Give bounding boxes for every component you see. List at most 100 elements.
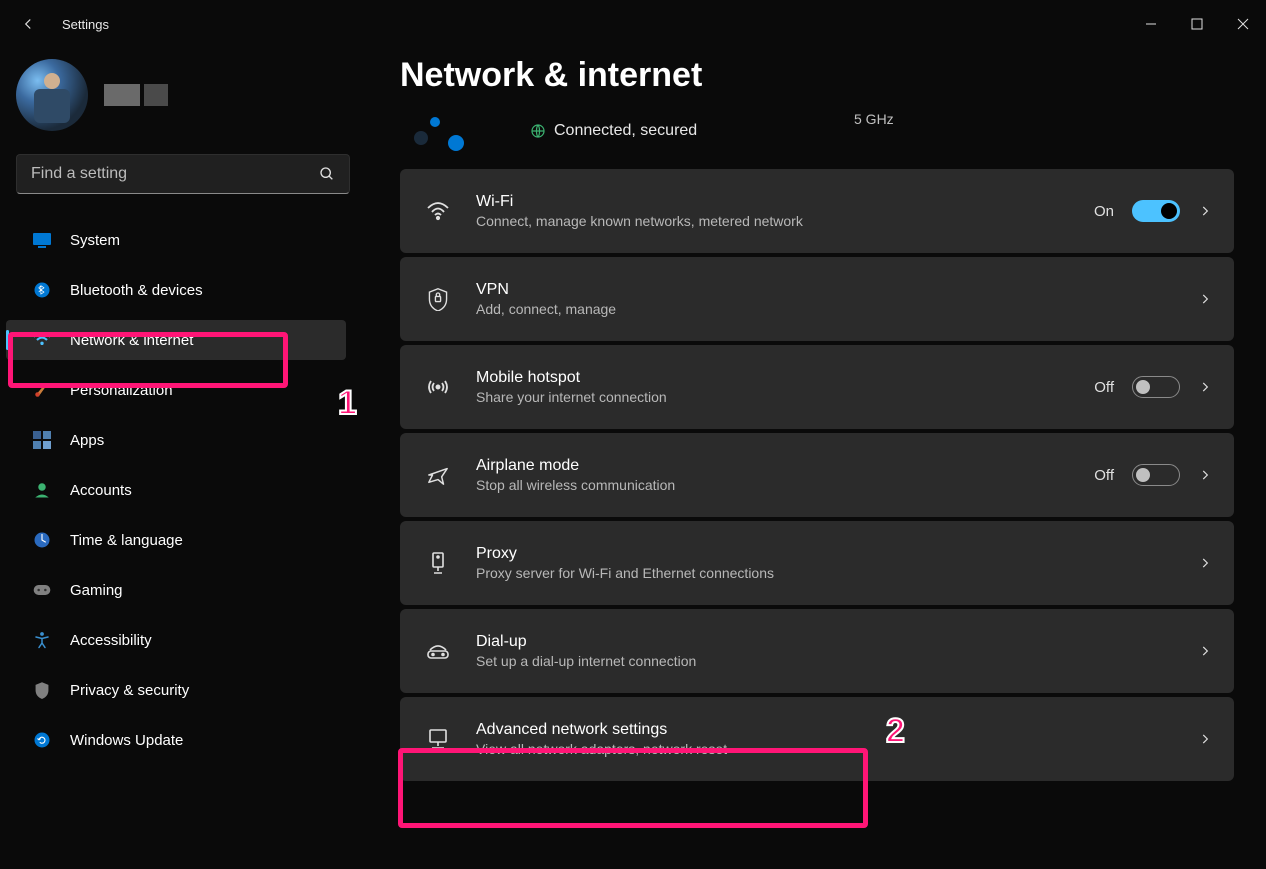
airplane-icon bbox=[426, 464, 450, 486]
chevron-right-icon bbox=[1198, 292, 1212, 306]
titlebar: Settings bbox=[0, 0, 1266, 48]
chevron-right-icon bbox=[1198, 732, 1212, 746]
sidebar-item-accessibility[interactable]: Accessibility bbox=[0, 620, 360, 660]
sidebar-item-label: Windows Update bbox=[70, 732, 183, 749]
dialup-icon bbox=[426, 642, 450, 660]
sidebar-item-label: Time & language bbox=[70, 532, 183, 549]
annotation-label-1: 1 bbox=[338, 384, 357, 423]
brush-icon bbox=[33, 381, 51, 399]
card-subtitle: Connect, manage known networks, metered … bbox=[476, 213, 1094, 229]
sidebar-item-label: System bbox=[70, 232, 120, 249]
wifi-icon bbox=[426, 201, 450, 221]
back-button[interactable] bbox=[8, 4, 48, 44]
status-network-type: 5 GHz bbox=[854, 111, 894, 127]
toggle-state-label: Off bbox=[1094, 467, 1114, 484]
wifi-icon bbox=[32, 332, 52, 348]
arrow-left-icon bbox=[19, 15, 37, 33]
redact-block bbox=[104, 84, 140, 106]
status-row: Connected, secured 5 GHz bbox=[400, 107, 1266, 169]
card-advanced-network[interactable]: Advanced network settings View all netwo… bbox=[400, 697, 1234, 781]
apps-icon bbox=[33, 431, 51, 449]
card-subtitle: View all network adapters, network reset bbox=[476, 741, 1198, 757]
accessibility-icon bbox=[33, 631, 51, 649]
settings-card-list: Wi-Fi Connect, manage known networks, me… bbox=[400, 169, 1234, 781]
card-title: Dial-up bbox=[476, 633, 1198, 651]
sidebar-item-system[interactable]: System bbox=[0, 220, 360, 260]
maximize-icon bbox=[1191, 18, 1203, 30]
sidebar-item-privacy[interactable]: Privacy & security bbox=[0, 670, 360, 710]
sidebar-item-time[interactable]: Time & language bbox=[0, 520, 360, 560]
clock-globe-icon bbox=[33, 531, 51, 549]
page-title: Network & internet bbox=[400, 48, 1266, 107]
sidebar-item-update[interactable]: Windows Update bbox=[0, 720, 360, 760]
card-title: VPN bbox=[476, 281, 1198, 299]
close-button[interactable] bbox=[1220, 5, 1266, 43]
globe-icon bbox=[530, 123, 546, 139]
search-box[interactable] bbox=[16, 154, 350, 194]
status-line: 5 GHz bbox=[854, 111, 894, 127]
minimize-icon bbox=[1145, 18, 1157, 30]
display-icon bbox=[32, 232, 52, 248]
chevron-right-icon bbox=[1198, 204, 1212, 218]
card-proxy[interactable]: Proxy Proxy server for Wi-Fi and Etherne… bbox=[400, 521, 1234, 605]
wifi-toggle[interactable] bbox=[1132, 200, 1180, 222]
sidebar-item-label: Bluetooth & devices bbox=[70, 282, 203, 299]
card-vpn[interactable]: VPN Add, connect, manage bbox=[400, 257, 1234, 341]
sidebar-item-label: Apps bbox=[70, 432, 104, 449]
update-icon bbox=[33, 731, 51, 749]
card-title: Mobile hotspot bbox=[476, 369, 1094, 387]
card-title: Airplane mode bbox=[476, 457, 1094, 475]
maximize-button[interactable] bbox=[1174, 5, 1220, 43]
redact-block bbox=[144, 84, 168, 106]
titlebar-left: Settings bbox=[8, 4, 109, 44]
card-subtitle: Share your internet connection bbox=[476, 389, 1094, 405]
person-icon bbox=[33, 481, 51, 499]
sidebar-item-apps[interactable]: Apps bbox=[0, 420, 360, 460]
sidebar-item-label: Privacy & security bbox=[70, 682, 189, 699]
card-subtitle: Add, connect, manage bbox=[476, 301, 1198, 317]
chevron-right-icon bbox=[1198, 380, 1212, 394]
card-subtitle: Stop all wireless communication bbox=[476, 477, 1094, 493]
sidebar-item-gaming[interactable]: Gaming bbox=[0, 570, 360, 610]
sidebar-item-network[interactable]: Network & internet bbox=[6, 320, 346, 360]
card-dialup[interactable]: Dial-up Set up a dial-up internet connec… bbox=[400, 609, 1234, 693]
chevron-right-icon bbox=[1198, 468, 1212, 482]
search-input[interactable] bbox=[31, 165, 301, 183]
close-icon bbox=[1237, 18, 1249, 30]
card-subtitle: Proxy server for Wi-Fi and Ethernet conn… bbox=[476, 565, 1198, 581]
profile-block[interactable] bbox=[0, 56, 360, 142]
card-hotspot[interactable]: Mobile hotspot Share your internet conne… bbox=[400, 345, 1234, 429]
connection-text: Connected, secured bbox=[554, 122, 697, 140]
hotspot-toggle[interactable] bbox=[1132, 376, 1180, 398]
toggle-state-label: Off bbox=[1094, 379, 1114, 396]
avatar bbox=[16, 59, 88, 131]
sidebar-item-label: Accessibility bbox=[70, 632, 152, 649]
connection-status: Connected, secured bbox=[530, 122, 697, 140]
search-icon bbox=[319, 166, 335, 182]
chevron-right-icon bbox=[1198, 644, 1212, 658]
network-graphic bbox=[400, 111, 470, 151]
bluetooth-icon bbox=[33, 281, 51, 299]
minimize-button[interactable] bbox=[1128, 5, 1174, 43]
left-panel: System Bluetooth & devices Network & int… bbox=[0, 48, 360, 869]
sidebar-item-accounts[interactable]: Accounts bbox=[0, 470, 360, 510]
sidebar-item-label: Gaming bbox=[70, 582, 123, 599]
card-title: Wi-Fi bbox=[476, 193, 1094, 211]
status-left: Connected, secured bbox=[400, 111, 697, 151]
toggle-state-label: On bbox=[1094, 203, 1114, 220]
sidebar-item-personalization[interactable]: Personalization bbox=[0, 370, 360, 410]
card-airplane[interactable]: Airplane mode Stop all wireless communic… bbox=[400, 433, 1234, 517]
airplane-toggle[interactable] bbox=[1132, 464, 1180, 486]
proxy-icon bbox=[428, 551, 448, 575]
window-title: Settings bbox=[62, 17, 109, 32]
search-wrap bbox=[0, 142, 360, 202]
vpn-shield-icon bbox=[427, 287, 449, 311]
profile-name-redacted bbox=[104, 84, 168, 106]
hotspot-icon bbox=[426, 377, 450, 397]
advanced-network-icon bbox=[426, 728, 450, 750]
main-content: Network & internet Connected, secured 5 … bbox=[400, 48, 1266, 869]
gamepad-icon bbox=[32, 583, 52, 597]
card-wifi[interactable]: Wi-Fi Connect, manage known networks, me… bbox=[400, 169, 1234, 253]
sidebar-item-bluetooth[interactable]: Bluetooth & devices bbox=[0, 270, 360, 310]
card-title: Advanced network settings bbox=[476, 721, 1198, 739]
